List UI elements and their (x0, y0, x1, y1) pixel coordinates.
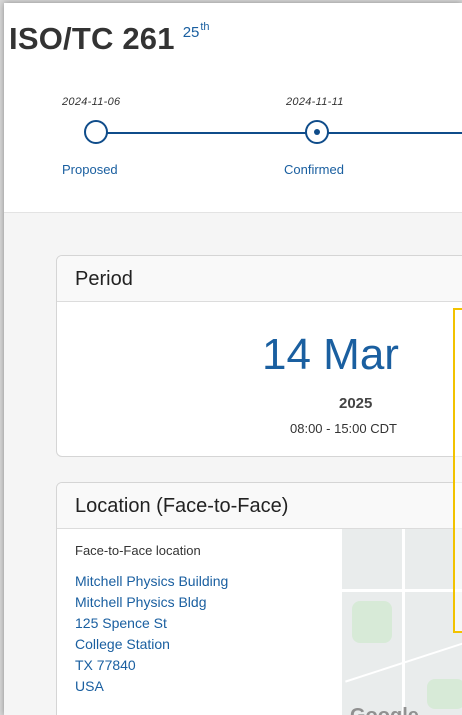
edition-number: 25 (182, 24, 200, 41)
location-details: Face-to-Face location Mitchell Physics B… (57, 529, 342, 711)
map-road (402, 529, 405, 715)
timeline-step-proposed: 2024-11-06 Proposed (62, 96, 172, 177)
address-line[interactable]: College Station (75, 634, 324, 655)
edition-suffix: th (200, 21, 210, 33)
step-date: 2024-11-11 (286, 96, 344, 108)
timeline-track (96, 132, 462, 134)
map-park (352, 601, 392, 643)
map-brand-logo: Google (350, 705, 419, 715)
meeting-header: ISO/TC 261 25th 2024-11-06 Proposed 2024… (4, 3, 462, 213)
address-line[interactable]: 125 Spence St (75, 613, 324, 634)
period-card: Period 14 Mar 2025 08:00 - 15:00 CDT (56, 255, 462, 457)
address-line[interactable]: TX 77840 (75, 655, 324, 676)
title-row: ISO/TC 261 25th (9, 21, 210, 57)
step-date: 2024-11-06 (62, 96, 121, 108)
map-park (427, 679, 462, 709)
step-node-current (305, 120, 329, 144)
edition-badge: 25th (182, 21, 210, 41)
address-line[interactable]: Mitchell Physics Bldg (75, 592, 324, 613)
period-year: 2025 (339, 395, 373, 412)
location-heading: Location (Face-to-Face) (57, 483, 462, 529)
period-day-month: 14 Mar (262, 330, 399, 379)
period-time: 08:00 - 15:00 CDT (290, 421, 397, 436)
step-node-empty (84, 120, 108, 144)
location-map[interactable]: Google (342, 529, 462, 715)
location-card: Location (Face-to-Face) Face-to-Face loc… (56, 482, 462, 715)
location-caption: Face-to-Face location (75, 543, 201, 558)
app-window: ISO/TC 261 25th 2024-11-06 Proposed 2024… (4, 3, 462, 715)
address-line[interactable]: USA (75, 676, 324, 697)
timeline-step-confirmed: 2024-11-11 Confirmed (284, 96, 396, 177)
period-heading: Period (57, 256, 462, 302)
page-title: ISO/TC 261 (9, 21, 175, 56)
current-dot (314, 129, 320, 135)
step-label: Confirmed (284, 162, 344, 177)
highlight-frame (453, 308, 462, 633)
step-label: Proposed (62, 162, 118, 177)
address-line[interactable]: Mitchell Physics Building (75, 571, 324, 592)
